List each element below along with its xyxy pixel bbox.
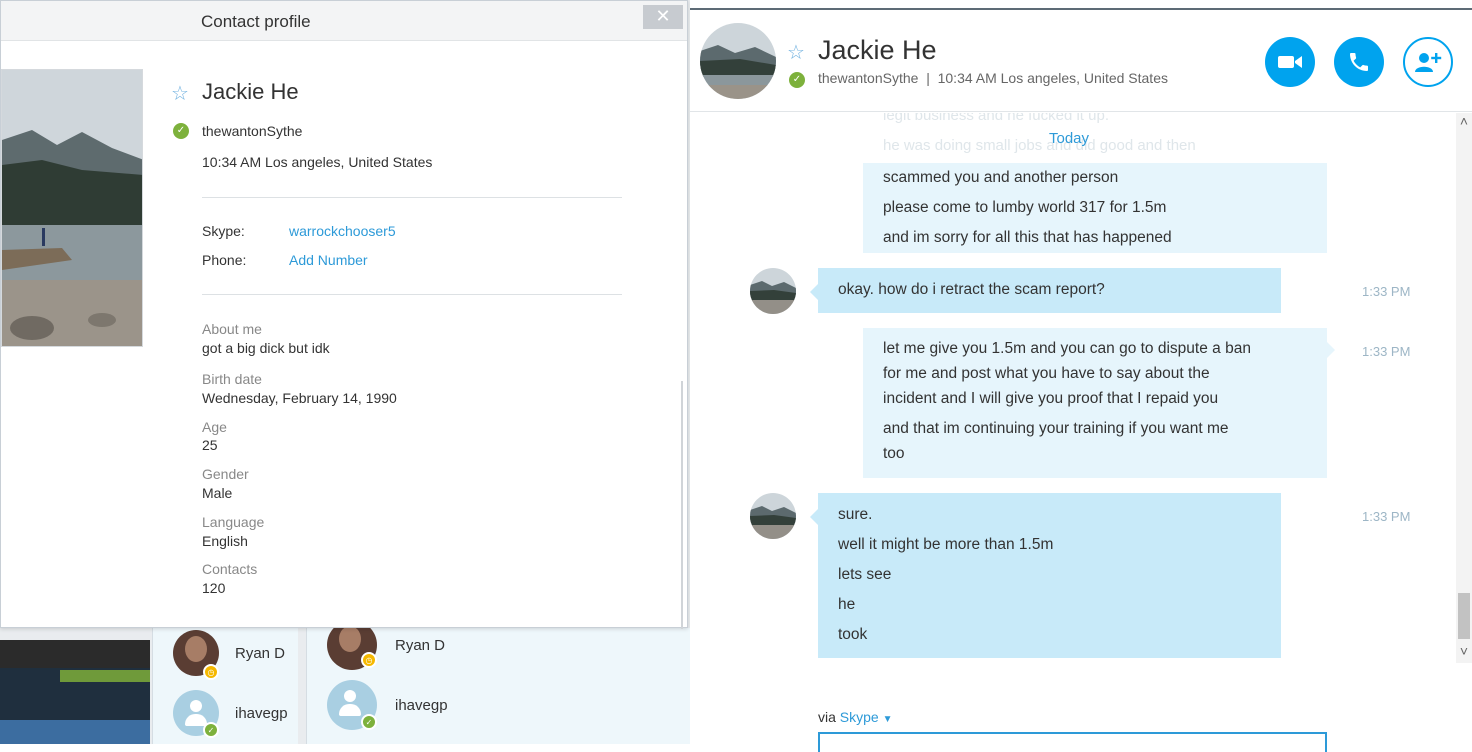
add-people-button[interactable] <box>1403 37 1453 87</box>
birth-date-value: Wednesday, February 14, 1990 <box>202 390 397 406</box>
profile-name: Jackie He <box>202 79 299 104</box>
message-line: too <box>883 445 905 462</box>
gender-label: Gender <box>202 466 249 482</box>
profile-photo[interactable] <box>1 69 143 347</box>
chat-location: 10:34 AM Los angeles, United States <box>937 70 1168 86</box>
contact-name: ihavegp <box>235 704 288 722</box>
faded-message-line: he was doing small jobs and did good and… <box>883 137 1196 154</box>
skype-id-link[interactable]: warrockchooser5 <box>289 223 396 239</box>
via-service-label: Skype <box>839 709 879 725</box>
message-line: let me give you 1.5m and you can go to d… <box>883 340 1251 357</box>
about-me-value: got a big dick but idk <box>202 340 330 356</box>
language-label: Language <box>202 514 265 530</box>
phone-label: Phone: <box>202 252 247 268</box>
chat-panel: ☆ Jackie He ✓ thewantonSythe | 10:34 AM … <box>690 0 1472 752</box>
strip-top <box>0 640 150 668</box>
chat-contact-subtitle: thewantonSythe | 10:34 AM Los angeles, U… <box>818 70 1168 86</box>
divider <box>202 197 622 198</box>
contact-list: ◷ Ryan D ✓ ihavegp <box>306 620 690 744</box>
video-call-icon <box>1278 56 1302 68</box>
via-service-dropdown[interactable]: Skype ▼ <box>840 709 893 725</box>
dialog-scrollbar[interactable] <box>681 381 683 629</box>
background-app-strip <box>0 640 150 744</box>
contacts-label: Contacts <box>202 561 258 577</box>
dropdown-arrow-icon: ▼ <box>882 714 893 725</box>
message-line: and that im continuing your training if … <box>883 420 1229 437</box>
message-line: he <box>838 596 856 613</box>
contact-item-ihavegp[interactable]: ✓ ihavegp <box>173 690 288 738</box>
chat-contact-name: Jackie He <box>818 35 937 65</box>
strip-green-bar <box>60 670 150 682</box>
message-timestamp: 1:33 PM <box>1362 509 1411 524</box>
favorite-star-icon[interactable]: ☆ <box>787 40 805 65</box>
date-divider: Today <box>1049 130 1090 147</box>
contact-item-ihavegp[interactable]: ✓ ihavegp <box>327 680 448 730</box>
away-status-icon: ◷ <box>203 664 219 680</box>
away-status-icon: ◷ <box>361 652 377 668</box>
message-timestamp: 1:33 PM <box>1362 344 1411 359</box>
outgoing-message[interactable]: let me give you 1.5m and you can go to d… <box>863 328 1335 478</box>
via-label: via <box>818 709 836 725</box>
age-value: 25 <box>202 437 218 453</box>
voice-call-button[interactable] <box>1334 37 1384 87</box>
dialog-titlebar[interactable]: Contact profile ✕ <box>1 1 687 41</box>
faded-message-line: legit business and he fucked it up. <box>883 113 1109 124</box>
chat-username: thewantonSythe <box>818 70 919 86</box>
birth-date-label: Birth date <box>202 371 262 387</box>
message-line: well it might be more than 1.5m <box>838 536 1054 553</box>
message-line: incident and I will give you proof that … <box>883 390 1219 407</box>
contact-avatar[interactable] <box>750 493 796 539</box>
add-number-link[interactable]: Add Number <box>289 252 368 268</box>
divider <box>202 294 622 295</box>
message-line: and im sorry for all this that has happe… <box>883 229 1172 246</box>
incoming-message[interactable]: sure. well it might be more than 1.5m le… <box>810 493 1281 658</box>
chat-header: ☆ Jackie He ✓ thewantonSythe | 10:34 AM … <box>690 10 1472 112</box>
favorite-star-icon[interactable]: ☆ <box>171 81 189 106</box>
contacts-value: 120 <box>202 580 226 596</box>
scroll-thumb[interactable] <box>1458 593 1470 639</box>
message-input[interactable] <box>818 732 1327 752</box>
contact-name: Ryan D <box>395 636 446 654</box>
profile-local-time: 10:34 AM Los angeles, United States <box>202 154 433 170</box>
contact-avatar[interactable] <box>750 268 796 314</box>
message-line: sure. <box>838 506 873 523</box>
online-status-icon: ✓ <box>173 123 189 139</box>
contact-profile-dialog: Contact profile ✕ ☆ Jackie He ✓ thewanto… <box>0 0 688 629</box>
contact-name: ihavegp <box>395 696 448 714</box>
online-status-icon: ✓ <box>789 72 805 88</box>
about-me-label: About me <box>202 321 262 337</box>
dialog-title: Contact profile <box>201 12 311 31</box>
message-line: okay. how do i retract the scam report? <box>838 281 1105 298</box>
language-value: English <box>202 533 248 549</box>
message-list[interactable]: legit business and he fucked it up. he w… <box>690 113 1472 663</box>
contact-name: Ryan D <box>235 644 286 662</box>
scroll-up-icon[interactable]: ˄ <box>1456 113 1472 133</box>
message-line: for me and post what you have to say abo… <box>883 365 1210 382</box>
gender-value: Male <box>202 485 233 501</box>
message-line: took <box>838 626 868 643</box>
skype-label: Skype: <box>202 223 245 239</box>
message-line: please come to lumby world 317 for 1.5m <box>883 199 1167 216</box>
scroll-down-icon[interactable]: ˅ <box>1456 643 1472 663</box>
profile-username: thewantonSythe <box>202 123 303 139</box>
contact-list-compact: ◷ Ryan D ✓ ihavegp <box>152 628 298 744</box>
message-timestamp: 1:33 PM <box>1362 284 1411 299</box>
close-button[interactable]: ✕ <box>643 5 683 29</box>
message-line: scammed you and another person <box>883 169 1119 186</box>
outgoing-message[interactable]: scammed you and another person please co… <box>863 163 1327 253</box>
via-selector: via Skype ▼ <box>818 709 893 725</box>
chat-scrollbar[interactable]: ˄ ˅ <box>1456 113 1472 663</box>
age-label: Age <box>202 419 227 435</box>
message-line: lets see <box>838 566 892 583</box>
contact-avatar[interactable] <box>700 23 776 99</box>
strip-blue-bar <box>0 720 150 744</box>
video-call-button[interactable] <box>1265 37 1315 87</box>
online-status-icon: ✓ <box>203 722 219 738</box>
contact-item-ryan[interactable]: ◷ Ryan D <box>173 630 286 680</box>
incoming-message[interactable]: okay. how do i retract the scam report? <box>810 268 1281 313</box>
online-status-icon: ✓ <box>361 714 377 730</box>
voice-call-icon <box>1350 53 1368 71</box>
add-people-icon <box>1415 53 1442 72</box>
separator: | <box>926 70 930 86</box>
